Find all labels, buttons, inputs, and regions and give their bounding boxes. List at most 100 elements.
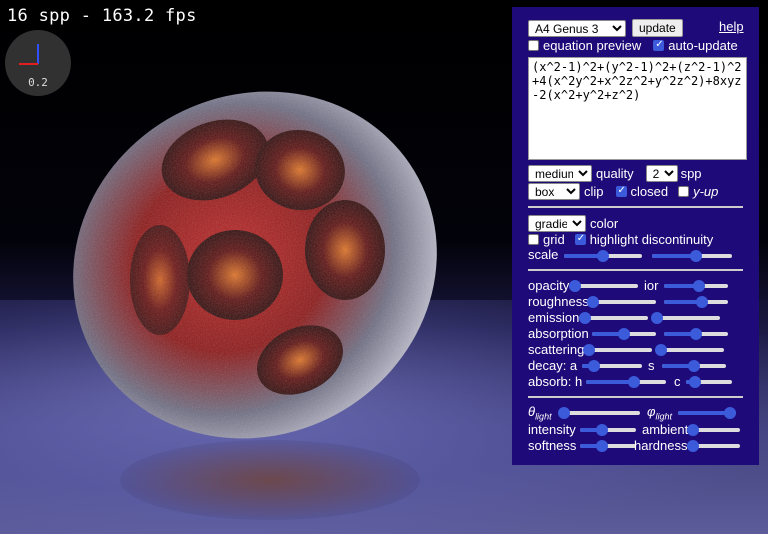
slider-track [656,316,720,320]
slider-thumb[interactable] [557,407,570,419]
clip-select[interactable]: box [528,183,580,200]
theta-light-slider[interactable] [557,405,640,421]
slider-thumb[interactable] [696,296,709,308]
fps-counter: 16 spp - 163.2 fps [7,6,197,26]
slider-thumb[interactable] [724,407,737,419]
softness-slider[interactable] [580,438,636,454]
roughness-slider[interactable] [587,294,656,310]
help-link[interactable]: help [719,19,744,34]
emission-slider-2[interactable] [651,310,720,326]
highlight-checkbox[interactable] [574,233,586,245]
spp-label: spp [680,166,702,181]
slider-thumb[interactable] [693,280,706,292]
highlight-label: highlight discontinuity [589,232,714,247]
slider-thumb[interactable] [588,360,600,372]
grid-label: grid [543,232,565,247]
surface-body [73,91,437,439]
yup-checkbox[interactable] [678,186,690,197]
absorb-h-label: absorb: h [528,374,583,389]
scattering-slider-2[interactable] [655,342,724,358]
slider-thumb[interactable] [690,250,702,262]
equation-preview-label: equation preview [543,38,642,53]
quality-select[interactable]: medium [528,165,592,182]
slider-thumb[interactable] [618,328,630,340]
slider-thumb[interactable] [655,344,668,356]
divider [528,396,743,398]
color-label: color [590,216,619,231]
roughness-slider-2[interactable] [664,294,728,310]
slider-thumb[interactable] [587,296,600,308]
absorption-slider-2[interactable] [664,326,728,342]
phi-light-label: φlight [647,404,672,422]
slider-thumb[interactable] [689,376,702,388]
intensity-label: intensity [528,422,576,437]
color-select[interactable]: gradient [528,215,586,232]
hardness-label: hardness [634,438,688,453]
phi-light-slider[interactable] [678,405,737,421]
slider-track [574,284,638,288]
ambient-slider[interactable] [686,422,740,438]
emission-slider[interactable] [579,310,648,326]
slider-thumb[interactable] [688,360,700,372]
spp-select[interactable]: 2⁴ [645,165,678,182]
slider-thumb[interactable] [651,312,664,324]
slider-thumb[interactable] [628,376,640,388]
ior-label: ior [644,278,659,293]
yup-label: y-up [693,184,719,199]
slider-thumb[interactable] [569,280,582,292]
scattering-slider[interactable] [583,342,652,358]
update-button[interactable]: update [632,19,683,37]
divider [528,206,743,208]
slider-thumb[interactable] [596,440,609,452]
slider-thumb[interactable] [579,312,592,324]
equation-textarea[interactable]: (x^2-1)^2+(y^2-1)^2+(z^2-1)^2+4(x^2y^2+x… [528,57,747,160]
ior-slider[interactable] [664,278,728,294]
slider-thumb[interactable] [686,440,699,452]
opacity-slider[interactable] [569,278,638,294]
theta-light-label: θlight [528,404,552,422]
equation-preview-checkbox[interactable] [528,40,539,51]
auto-update-checkbox[interactable] [653,39,665,51]
closed-label: closed [630,184,669,199]
absorb-c-slider[interactable] [686,374,732,390]
intensity-slider[interactable] [580,422,636,438]
grid-checkbox[interactable] [528,234,539,245]
scattering-label: scattering [528,342,585,357]
scale-slider-b[interactable] [652,248,732,264]
slider-track [592,300,656,304]
control-panel: A4 Genus 3 update help equation preview … [512,7,759,465]
slider-track [584,316,648,320]
decay-s-label: s [648,358,655,373]
decay-s-slider[interactable] [662,358,726,374]
axes-gizmo[interactable]: 0.2 [5,30,71,96]
slider-thumb[interactable] [597,250,609,262]
absorb-h-slider[interactable] [586,374,666,390]
absorb-c-label: c [674,374,681,389]
slider-track [692,444,740,448]
clip-label: clip [584,184,604,199]
scale-slider-a[interactable] [564,248,642,264]
roughness-label: roughness [528,294,589,309]
absorption-slider[interactable] [592,326,656,342]
quality-label: quality [596,166,634,181]
slider-track [692,428,740,432]
decay-a-slider[interactable] [582,358,642,374]
slider-thumb[interactable] [596,424,609,436]
hardness-slider[interactable] [686,438,740,454]
auto-update-label: auto-update [668,38,738,53]
emission-label: emission [528,310,580,325]
slider-thumb[interactable] [690,328,702,340]
divider [528,269,743,271]
slider-thumb[interactable] [686,424,699,436]
decay-a-label: decay: a [528,358,578,373]
scale-label: scale [528,247,559,262]
slider-fill [586,380,634,384]
absorption-label: absorption [528,326,589,341]
ambient-label: ambient [642,422,689,437]
axes-value: 0.2 [28,76,48,89]
slider-track [562,411,640,415]
slider-track [660,348,724,352]
preset-select[interactable]: A4 Genus 3 [528,19,626,37]
closed-checkbox[interactable] [615,185,627,197]
slider-thumb[interactable] [583,344,596,356]
